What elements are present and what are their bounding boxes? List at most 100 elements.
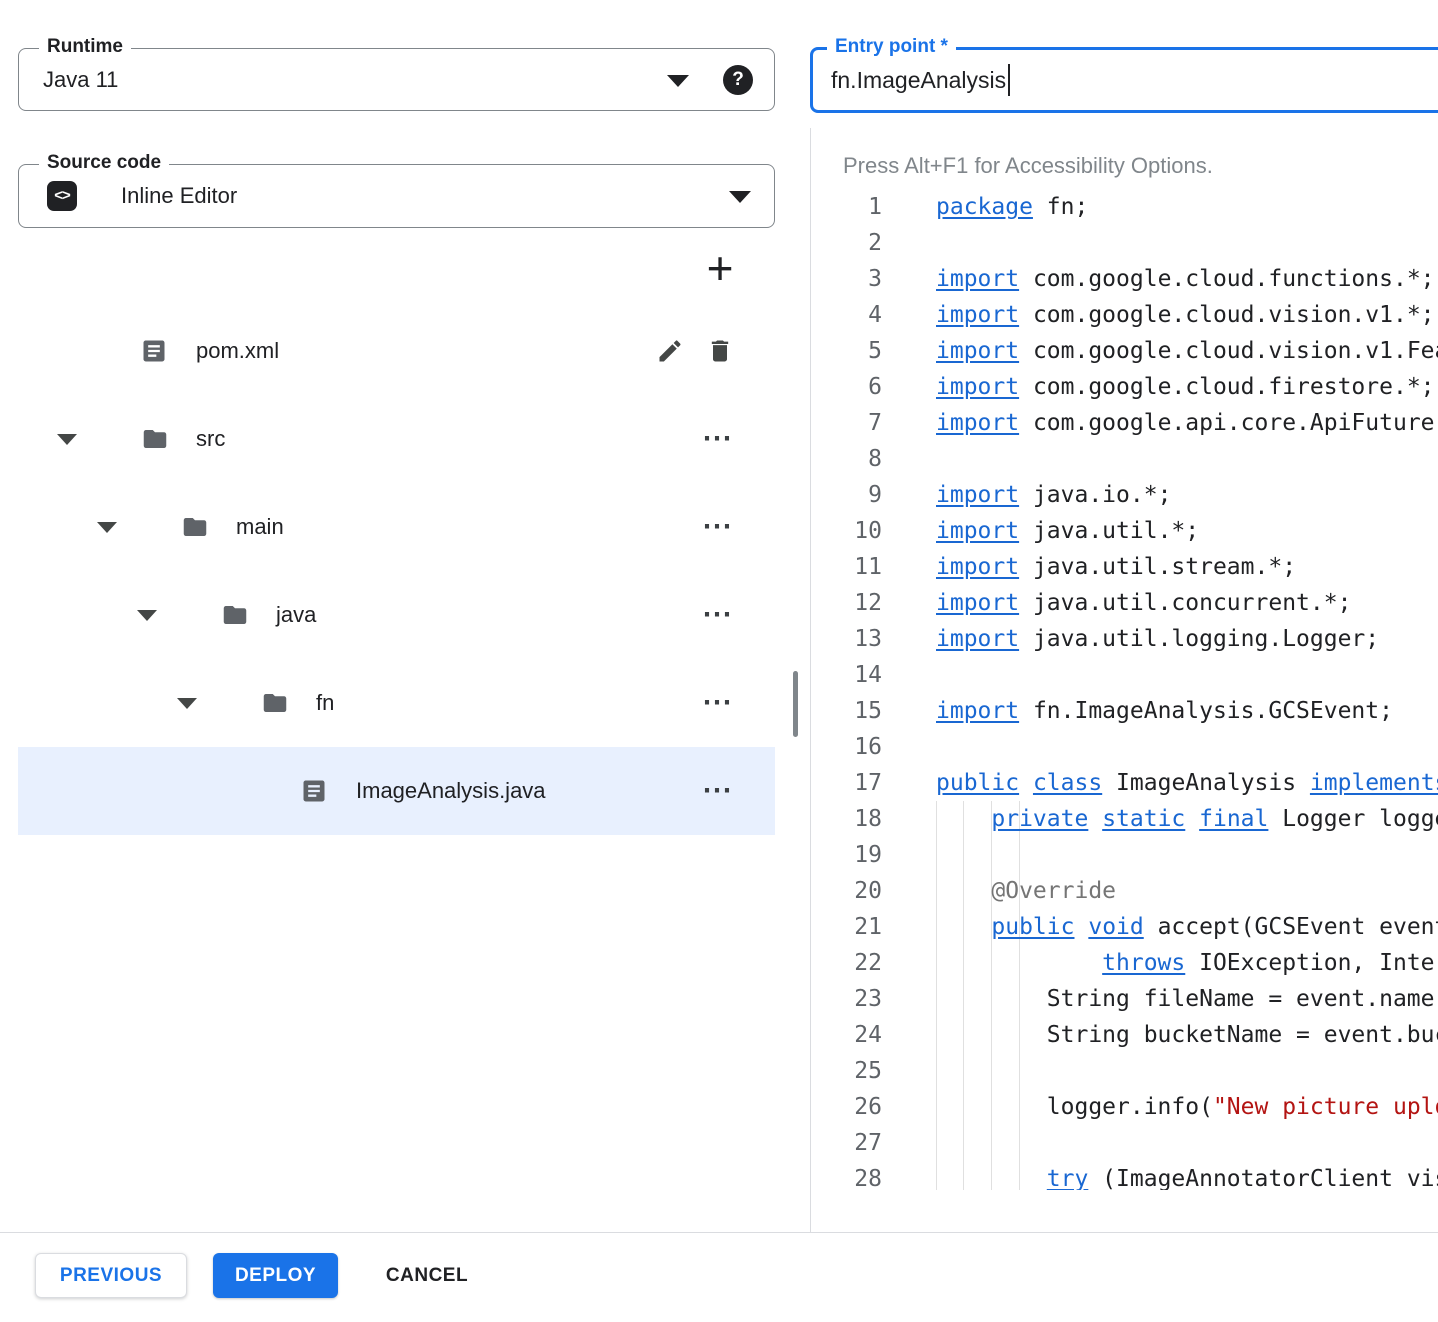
file-icon [140,337,168,365]
code-line: 19 [811,837,1438,873]
line-number: 17 [811,770,882,796]
expand-arrow-icon[interactable] [177,698,197,709]
code-line: 14 [811,657,1438,693]
code-line: 11import java.util.stream.*; [811,549,1438,585]
code-line: 15import fn.ImageAnalysis.GCSEvent; [811,693,1438,729]
entry-point-field[interactable]: Entry point * fn.ImageAnalysis [810,47,1438,113]
folder-icon [220,602,250,629]
tree-row-main[interactable]: main ⋯ [18,483,775,571]
code-line: 21 public void accept(GCSEvent event, Co… [811,909,1438,945]
code-lines: 1package fn; 2 3import com.google.cloud.fu… [811,189,1438,1190]
file-name: ImageAnalysis.java [356,778,546,804]
code-line: 3import com.google.cloud.functions.*; [811,261,1438,297]
code-line: 22 throws IOException, InterruptedExcept… [811,945,1438,981]
cancel-button[interactable]: CANCEL [362,1253,492,1298]
expand-arrow-icon[interactable] [57,434,77,445]
folder-name: src [196,426,225,452]
chevron-down-icon[interactable] [667,75,689,87]
line-number: 23 [811,986,882,1012]
line-number: 1 [811,194,882,220]
line-number: 20 [811,878,882,904]
tree-row-pom-xml[interactable]: pom.xml [18,307,775,395]
code-line: 2 [811,225,1438,261]
line-number: 3 [811,266,882,292]
line-number: 26 [811,1094,882,1120]
entry-point-label: Entry point * [827,35,956,59]
folder-icon [140,426,170,453]
more-options-icon[interactable]: ⋯ [702,424,733,454]
line-number: 27 [811,1130,882,1156]
line-number: 14 [811,662,882,688]
code-line: 6import com.google.cloud.firestore.*; [811,369,1438,405]
code-line: 20 @Override [811,873,1438,909]
more-options-icon[interactable]: ⋯ [702,512,733,542]
tree-row-src[interactable]: src ⋯ [18,395,775,483]
code-line: 24 String bucketName = event.bucket; [811,1017,1438,1053]
previous-button[interactable]: PREVIOUS [35,1253,187,1298]
runtime-select[interactable]: Runtime Java 11 ? [18,48,775,111]
code-line: 5import com.google.cloud.vision.v1.Featu… [811,333,1438,369]
source-code-value: Inline Editor [121,183,237,209]
file-icon [300,777,328,805]
deploy-function-page: { "form": { "runtime": { "label": "Runti… [0,0,1438,1322]
code-line: 9import java.io.*; [811,477,1438,513]
code-line: 7import com.google.api.core.ApiFuture; [811,405,1438,441]
code-line: 10import java.util.*; [811,513,1438,549]
line-number: 10 [811,518,882,544]
tree-row-fn[interactable]: fn ⋯ [18,659,775,747]
footer-divider [0,1232,1438,1233]
line-number: 24 [811,1022,882,1048]
deploy-button[interactable]: DEPLOY [213,1253,338,1298]
chevron-down-icon[interactable] [729,191,751,203]
entry-point-input[interactable]: fn.ImageAnalysis [831,67,1006,94]
line-number: 11 [811,554,882,580]
runtime-value: Java 11 [43,67,118,93]
runtime-label: Runtime [39,35,131,59]
line-number: 13 [811,626,882,652]
folder-name: java [276,602,316,628]
code-line: 1package fn; [811,189,1438,225]
delete-icon[interactable] [706,337,734,365]
folder-name: main [236,514,284,540]
code-line: 16 [811,729,1438,765]
code-line: 13import java.util.logging.Logger; [811,621,1438,657]
code-line: 12import java.util.concurrent.*; [811,585,1438,621]
line-number: 16 [811,734,882,760]
line-number: 12 [811,590,882,616]
line-number: 5 [811,338,882,364]
line-number: 2 [811,230,882,256]
line-number: 21 [811,914,882,940]
scrollbar-thumb[interactable] [793,671,798,737]
line-number: 22 [811,950,882,976]
folder-icon [180,514,210,541]
line-number: 7 [811,410,882,436]
more-options-icon[interactable]: ⋯ [702,776,733,806]
line-number: 28 [811,1166,882,1190]
edit-icon[interactable] [656,337,684,365]
source-code-select[interactable]: Source code <> Inline Editor [18,164,775,228]
add-file-button[interactable]: + [696,244,744,292]
code-line: 17public class ImageAnalysis implements … [811,765,1438,801]
line-number: 15 [811,698,882,724]
folder-icon [260,690,290,717]
code-line: 28 try (ImageAnnotatorClient vision = Im… [811,1161,1438,1190]
expand-arrow-icon[interactable] [97,522,117,533]
folder-name: fn [316,690,334,716]
expand-arrow-icon[interactable] [137,610,157,621]
code-line: 23 String fileName = event.name; [811,981,1438,1017]
file-name: pom.xml [196,338,279,364]
more-options-icon[interactable]: ⋯ [702,600,733,630]
code-editor[interactable]: 1package fn; 2 3import com.google.cloud.fu… [811,189,1438,1190]
code-line: 8 [811,441,1438,477]
code-line: 25 [811,1053,1438,1089]
line-number: 6 [811,374,882,400]
line-number: 18 [811,806,882,832]
tree-row-java[interactable]: java ⋯ [18,571,775,659]
text-cursor [1008,64,1010,96]
code-line: 18 private static final Logger logger = … [811,801,1438,837]
help-icon[interactable]: ? [723,65,753,95]
line-number: 19 [811,842,882,868]
tree-row-imageanalysis-java[interactable]: ImageAnalysis.java ⋯ [18,747,775,835]
code-line: 4import com.google.cloud.vision.v1.*; [811,297,1438,333]
more-options-icon[interactable]: ⋯ [702,688,733,718]
